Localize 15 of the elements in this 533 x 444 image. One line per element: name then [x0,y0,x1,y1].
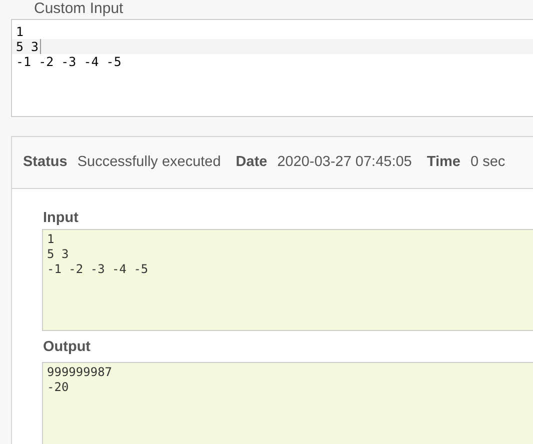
input-label: Input [42,210,80,227]
input-box: 1 5 3 -1 -2 -3 -4 -5 [42,229,533,331]
status-value: Successfully executed [77,152,221,172]
code-line: 1 [16,24,24,39]
code-line: -1 -2 -3 -4 -5 [16,54,122,69]
code-line: 5 3 [16,39,41,54]
status-label: Date [236,152,268,172]
status-value: 2020-03-27 07:45:05 [277,152,412,172]
custom-input-label: Custom Input [33,0,124,17]
status-label: Status [23,152,68,172]
status-label: Time [426,152,460,172]
output-label: Output [42,339,92,356]
output-box: 999999987 -20 [42,362,533,444]
status-value: 0 sec [470,152,506,172]
custom-input-field[interactable]: 1 5 3 -1 -2 -3 -4 -5 [11,19,533,117]
